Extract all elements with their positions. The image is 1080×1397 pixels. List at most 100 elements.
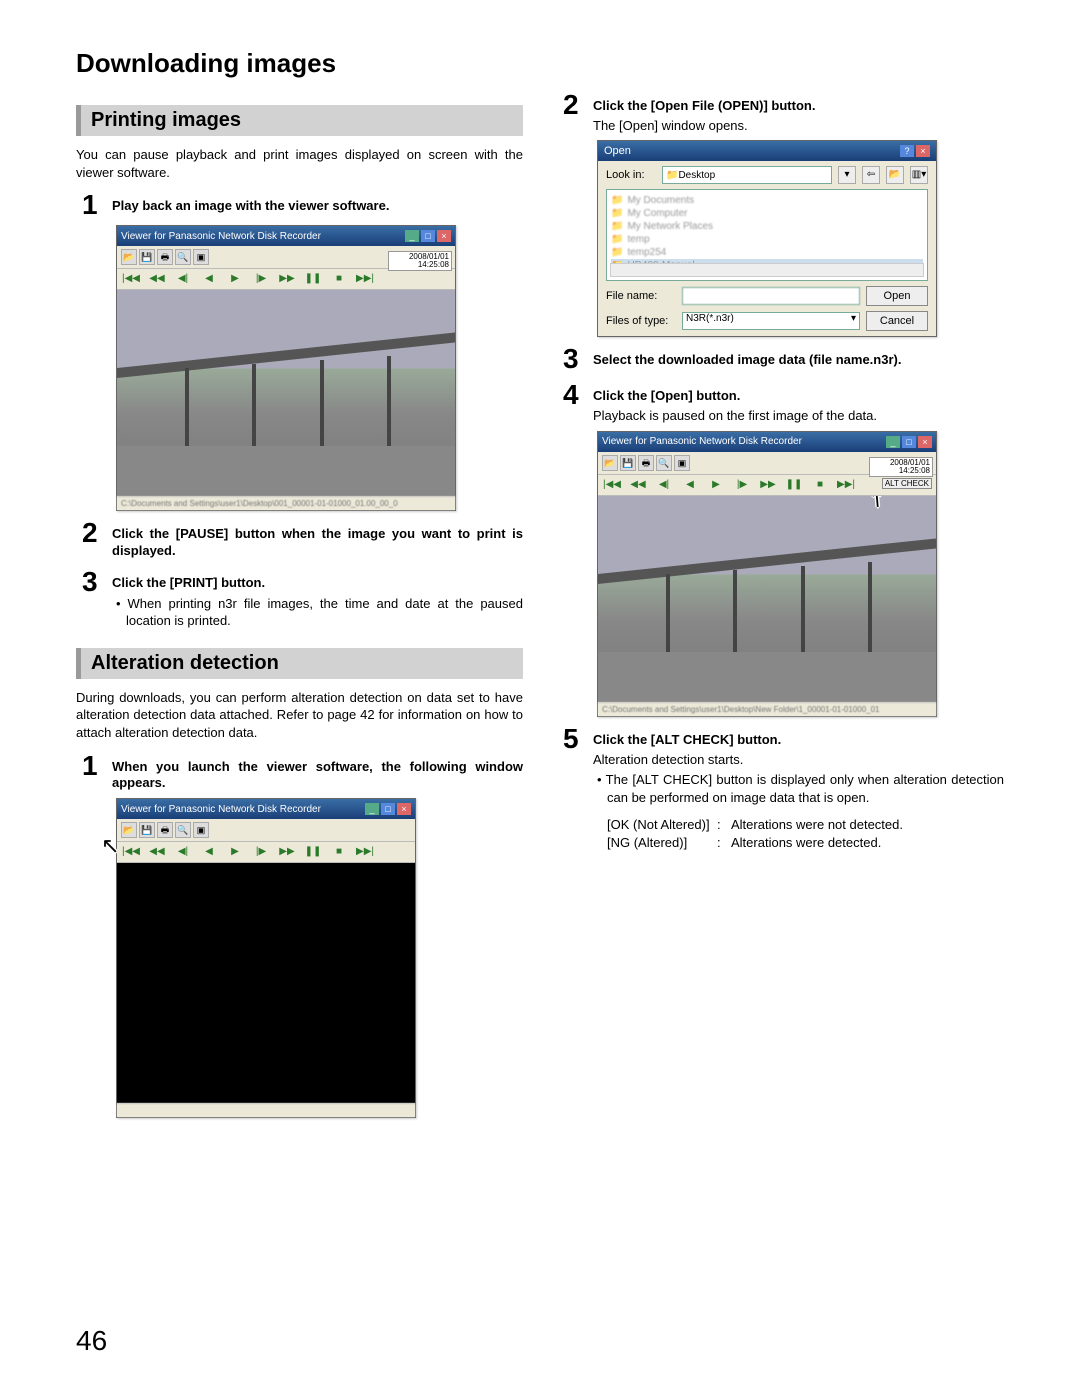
step-title: Play back an image with the viewer softw…	[112, 198, 523, 215]
close-icon: ×	[916, 145, 930, 157]
step-number: 1	[82, 191, 102, 219]
print-icon: 🖶	[157, 249, 173, 265]
open-file-icon: 📂	[121, 249, 137, 265]
new-folder-icon: 📂	[886, 166, 904, 184]
filetype-select: N3R(*.n3r)▾	[682, 312, 860, 330]
minimize-icon: _	[405, 230, 419, 242]
toggle-icon: ▣	[193, 822, 209, 838]
save-icon: 💾	[620, 455, 636, 471]
scrollbar	[610, 263, 924, 277]
close-icon: ×	[397, 803, 411, 815]
skip-end-icon: ▶▶|	[355, 845, 375, 859]
skip-end-icon: ▶▶|	[355, 272, 375, 286]
section-alteration-detection: Alteration detection	[76, 648, 523, 679]
play-back-icon: ◀	[199, 272, 219, 286]
rewind-start-icon: |◀◀	[602, 478, 622, 492]
close-icon: ×	[918, 436, 932, 448]
toggle-icon: ▣	[674, 455, 690, 471]
zoom-icon: 🔍	[175, 249, 191, 265]
open-file-icon: 📂	[121, 822, 137, 838]
view-menu-icon: ▥▾	[910, 166, 928, 184]
fast-forward-icon: ▶▶	[277, 845, 297, 859]
alt-check-button: ALT CHECK	[882, 478, 932, 489]
lookin-label: Look in:	[606, 169, 656, 181]
up-folder-icon: ⇦	[862, 166, 880, 184]
lookin-select: 📁 Desktop	[662, 166, 832, 184]
playback-time: 14:25:08	[872, 467, 930, 475]
left-column: Printing images You can pause playback a…	[76, 87, 523, 1126]
rewind-start-icon: |◀◀	[121, 845, 141, 859]
step-title: Click the [PRINT] button.	[112, 575, 523, 592]
result-ng-desc: Alterations were detected.	[731, 835, 881, 850]
status-bar	[117, 1103, 415, 1117]
print-icon: 🖶	[638, 455, 654, 471]
minimize-icon: _	[365, 803, 379, 815]
stop-icon: ■	[810, 478, 830, 492]
alteration-intro: During downloads, you can perform altera…	[76, 689, 523, 742]
cursor-icon: ↖	[861, 496, 892, 515]
rewind-icon: ◀◀	[147, 845, 167, 859]
step-bullet: The [ALT CHECK] button is displayed only…	[593, 771, 1004, 806]
right-column: 2 Click the [Open File (OPEN)] button. T…	[557, 87, 1004, 1126]
zoom-icon: 🔍	[175, 822, 191, 838]
status-bar: C:\Documents and Settings\user1\Desktop\…	[117, 496, 455, 510]
open-dialog-screenshot: Open ? × Look in: 📁 Desktop ▾ ⇦ 📂 ▥▾ My …	[597, 140, 937, 337]
viewer-screenshot-launch: Viewer for Panasonic Network Disk Record…	[116, 798, 416, 1118]
step-back-icon: ◀|	[654, 478, 674, 492]
step-subtext: Alteration detection starts.	[593, 751, 1004, 769]
section-printing-images: Printing images	[76, 105, 523, 136]
step-title: Select the downloaded image data (file n…	[593, 352, 1004, 369]
window-title: Viewer for Panasonic Network Disk Record…	[121, 231, 321, 242]
rewind-icon: ◀◀	[628, 478, 648, 492]
list-item: My Computer	[611, 207, 923, 220]
step-forward-icon: |▶	[251, 845, 271, 859]
step-number: 2	[82, 519, 102, 547]
help-icon: ?	[900, 145, 914, 157]
step-title: Click the [ALT CHECK] button.	[593, 732, 1004, 749]
cancel-button: Cancel	[866, 311, 928, 331]
colon: :	[717, 817, 731, 832]
video-frame: ↖	[117, 290, 455, 496]
window-title: Viewer for Panasonic Network Disk Record…	[602, 436, 802, 447]
step-number: 3	[563, 345, 583, 373]
video-frame: ↖	[598, 496, 936, 702]
back-icon: ▾	[838, 166, 856, 184]
save-icon: 💾	[139, 822, 155, 838]
play-back-icon: ◀	[199, 845, 219, 859]
step-forward-icon: |▶	[732, 478, 752, 492]
step-bullet: When printing n3r file images, the time …	[112, 595, 523, 630]
result-ok-desc: Alterations were not detected.	[731, 817, 903, 832]
dialog-title: Open	[604, 145, 631, 157]
step-forward-icon: |▶	[251, 272, 271, 286]
toggle-icon: ▣	[193, 249, 209, 265]
filename-input	[682, 287, 860, 305]
step-number: 2	[563, 91, 583, 119]
video-frame-empty	[117, 863, 415, 1103]
result-ng-label: [NG (Altered)]	[607, 835, 717, 850]
play-icon: ▶	[225, 845, 245, 859]
list-item: My Documents	[611, 194, 923, 207]
filename-label: File name:	[606, 290, 676, 302]
pause-icon: ❚❚	[784, 478, 804, 492]
maximize-icon: □	[381, 803, 395, 815]
step-subtext: Playback is paused on the first image of…	[593, 407, 1004, 425]
printing-intro: You can pause playback and print images …	[76, 146, 523, 181]
window-title: Viewer for Panasonic Network Disk Record…	[121, 804, 321, 815]
minimize-icon: _	[886, 436, 900, 448]
result-ok-label: [OK (Not Altered)]	[607, 817, 717, 832]
step-back-icon: ◀|	[173, 845, 193, 859]
step-number: 4	[563, 381, 583, 409]
playback-time: 14:25:08	[391, 261, 449, 269]
viewer-screenshot-playback: Viewer for Panasonic Network Disk Record…	[116, 225, 456, 511]
list-item: temp254	[611, 246, 923, 259]
step-title: Click the [PAUSE] button when the image …	[112, 526, 523, 560]
play-icon: ▶	[706, 478, 726, 492]
open-button: Open	[866, 286, 928, 306]
zoom-icon: 🔍	[656, 455, 672, 471]
step-number: 3	[82, 568, 102, 596]
colon: :	[717, 835, 731, 850]
step-title: Click the [Open] button.	[593, 388, 1004, 405]
pause-icon: ❚❚	[303, 272, 323, 286]
fast-forward-icon: ▶▶	[758, 478, 778, 492]
page-title: Downloading images	[76, 48, 1004, 79]
